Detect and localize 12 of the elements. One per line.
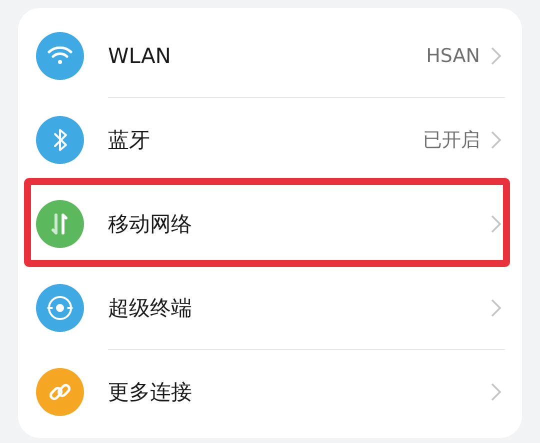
chevron-icon	[490, 130, 502, 150]
setting-label[interactable]: WLAN	[108, 44, 402, 68]
setting-label[interactable]: 移动网络	[108, 210, 466, 238]
chevron-icon	[490, 46, 502, 66]
setting-label[interactable]: 更多连接	[108, 378, 466, 406]
chevron-icon	[490, 382, 502, 402]
setting-label[interactable]: 蓝牙	[108, 126, 399, 154]
chevron-icon	[490, 214, 502, 234]
setting-label[interactable]: 超级终端	[108, 294, 466, 322]
setting-value: HSAN	[426, 44, 480, 66]
chevron-icon	[490, 298, 502, 318]
setting-value: 已开启	[423, 128, 480, 152]
